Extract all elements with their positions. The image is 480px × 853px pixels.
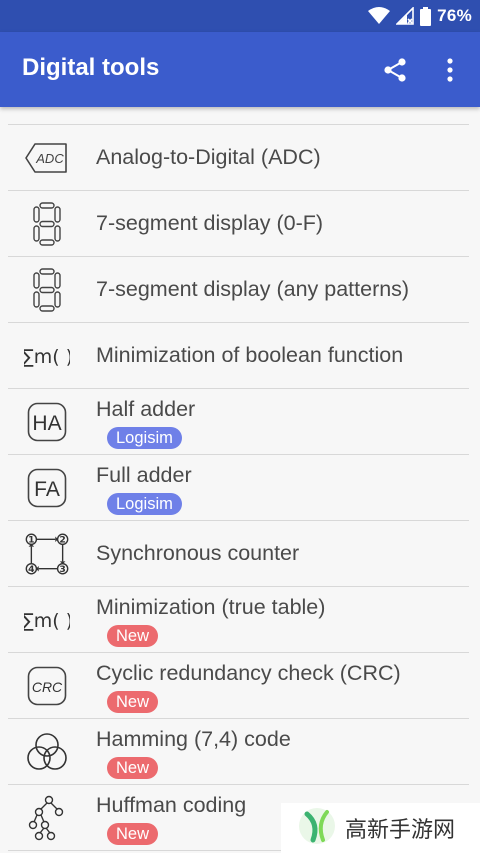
signal-icon	[396, 7, 414, 25]
item-label: Full adder	[96, 463, 192, 487]
watermark-text: 高新手游网	[345, 818, 456, 843]
list-item-full-adder[interactable]: FA Full adder Logisim	[8, 455, 469, 521]
logisim-badge: Logisim	[107, 427, 182, 449]
svg-text:2: 2	[59, 535, 65, 546]
more-vert-icon[interactable]	[438, 56, 462, 84]
item-label: Synchronous counter	[96, 541, 300, 565]
item-label: Half adder	[96, 397, 196, 421]
sum-minterm-icon-text: ∑m( )	[24, 346, 70, 368]
item-label: Huffman coding	[96, 793, 247, 817]
crc-icon: CRC	[24, 664, 70, 708]
new-badge: New	[107, 757, 159, 779]
watermark-logo	[297, 806, 337, 851]
list-item-adc[interactable]: ADC Analog-to-Digital (ADC)	[8, 125, 469, 191]
status-bar: 76%	[0, 0, 480, 32]
full-adder-icon: FA	[24, 466, 70, 510]
list-item-7seg-any[interactable]: 7-segment display (any patterns)	[8, 257, 469, 323]
svg-text:ADC: ADC	[35, 151, 64, 166]
svg-text:3: 3	[59, 564, 65, 575]
status-icons: 76%	[368, 6, 472, 26]
half-adder-icon: HA	[24, 400, 70, 444]
item-label: 7-segment display (0-F)	[96, 211, 324, 235]
new-badge: New	[107, 625, 159, 647]
seven-segment-icon	[24, 268, 70, 312]
item-label: Minimization (true table)	[96, 595, 326, 619]
sum-minterm-icon-text: ∑m( )	[24, 610, 70, 632]
new-badge: New	[107, 691, 159, 713]
item-label: Hamming (7,4) code	[96, 727, 291, 751]
item-label: Cyclic redundancy check (CRC)	[96, 661, 401, 685]
logisim-badge: Logisim	[107, 493, 182, 515]
full-adder-icon-text: FA	[34, 478, 60, 501]
crc-icon-text: CRC	[32, 679, 63, 695]
list-item-hamming[interactable]: Hamming (7,4) code New	[8, 719, 469, 785]
battery-icon	[420, 6, 432, 26]
item-label: 7-segment display (any patterns)	[96, 277, 410, 301]
list-item-minimization-table[interactable]: ∑m( ) Minimization (true table) New	[8, 587, 469, 653]
watermark: 高新手游网	[281, 803, 480, 853]
list-item-half-adder[interactable]: HA Half adder Logisim	[8, 389, 469, 455]
huffman-tree-icon	[24, 795, 70, 841]
share-icon[interactable]	[381, 56, 409, 84]
wifi-icon	[368, 7, 391, 25]
list-item-7seg-0f[interactable]: 7-segment display (0-F)	[8, 191, 469, 257]
list-item-sync-counter[interactable]: 1 2 3 4 Synchronous counter	[8, 521, 469, 587]
svg-text:1: 1	[28, 535, 34, 546]
sum-minterm-icon: ∑m( )	[24, 334, 70, 378]
battery-percent: 76%	[437, 6, 472, 25]
seven-segment-icon	[24, 202, 70, 246]
app-title: Digital tools	[22, 54, 160, 81]
half-adder-icon-text: HA	[32, 412, 61, 435]
app-bar: Digital tools	[0, 32, 480, 107]
list-item-minimization[interactable]: ∑m( ) Minimization of boolean function	[8, 323, 469, 389]
hamming-circles-icon	[24, 730, 70, 774]
svg-text:4: 4	[28, 564, 34, 575]
sum-minterm-icon: ∑m( )	[24, 598, 70, 642]
item-label: Analog-to-Digital (ADC)	[96, 145, 321, 169]
counter-cycle-icon: 1 2 3 4	[24, 532, 70, 576]
new-badge: New	[107, 823, 159, 845]
tools-list: ADC Analog-to-Digital (ADC) 7-segment di…	[8, 124, 469, 851]
adc-icon: ADC	[24, 136, 70, 180]
list-item-crc[interactable]: CRC Cyclic redundancy check (CRC) New	[8, 653, 469, 719]
item-label: Minimization of boolean function	[96, 343, 404, 367]
